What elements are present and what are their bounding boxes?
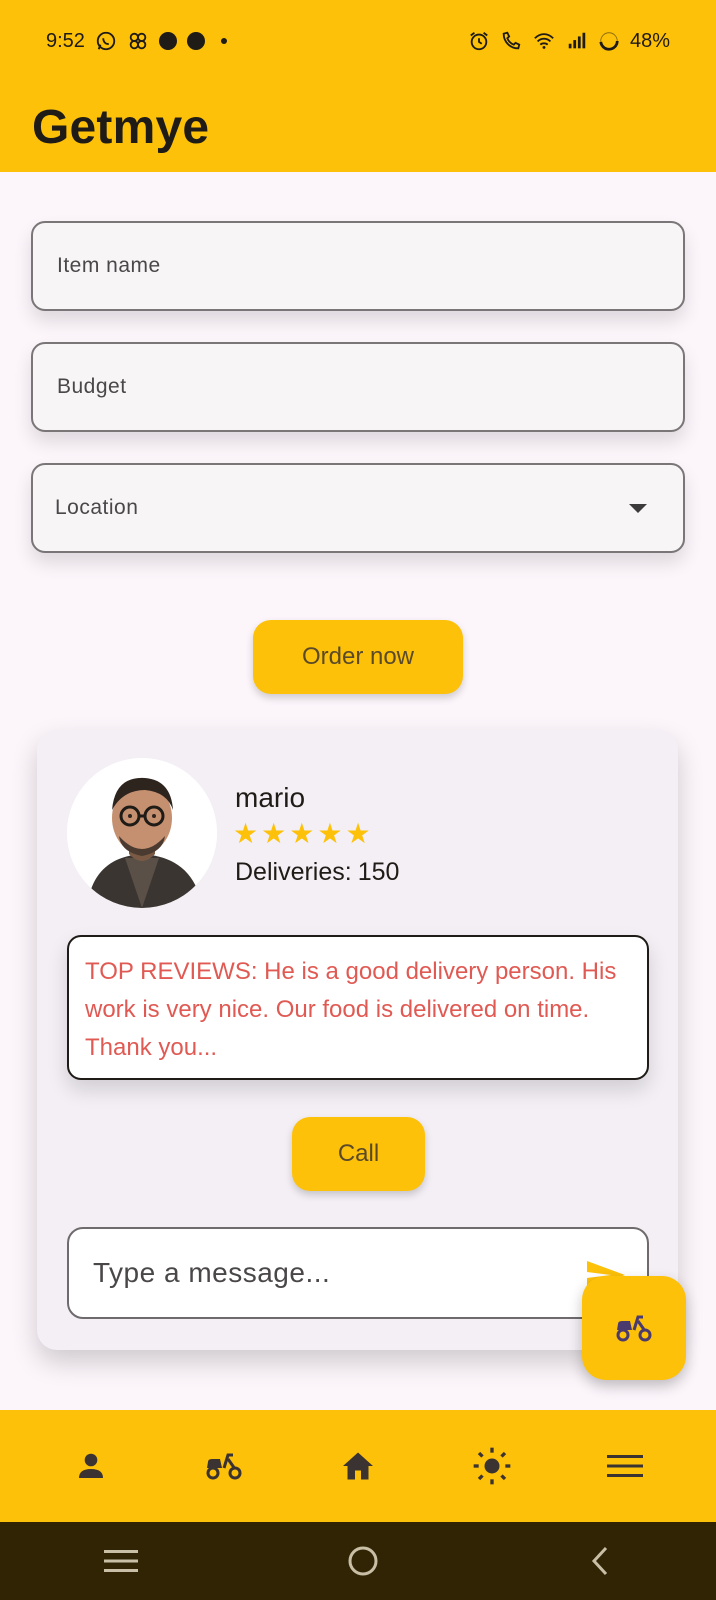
deliveries-count: Deliveries: 150 [235,858,399,887]
scooter-icon [616,1315,652,1342]
deliveries-value: 150 [357,858,400,886]
back-icon[interactable] [588,1544,612,1578]
recents-icon[interactable] [104,1547,138,1575]
star-icon: ★ [261,818,287,849]
chevron-down-icon [629,503,647,513]
signal-icon [568,32,586,49]
order-now-button[interactable]: Order now [253,620,463,694]
nav-menu[interactable] [589,1430,661,1502]
wifi-icon [534,33,554,49]
status-right: 48% [468,30,670,53]
whatsapp-icon [96,31,116,51]
bottom-navigation [0,1410,716,1522]
status-left: 9:52 [46,30,227,53]
nav-profile[interactable] [55,1430,127,1502]
pinwheel-icon [129,32,147,50]
system-navigation [0,1522,716,1600]
location-label: Location [55,496,139,519]
star-icon: ★ [233,818,259,849]
message-input[interactable] [91,1256,625,1290]
battery-percent: 48% [629,29,670,52]
status-time: 9:52 [46,29,85,52]
app-title: Getmye [32,100,210,154]
scooter-icon [206,1453,242,1480]
nav-delivery[interactable] [188,1430,260,1502]
message-field[interactable] [67,1227,649,1319]
menu-icon [607,1455,644,1477]
star-icon: ★ [345,818,371,849]
location-dropdown[interactable]: Location [31,463,685,553]
alarm-icon [470,32,488,51]
wifi-calling-icon [502,31,521,50]
rating-stars: ★ ★ ★ ★ ★ [233,820,371,848]
star-icon: ★ [289,818,315,849]
item-name-field[interactable] [31,221,685,311]
notification-dot-icon [158,32,177,50]
battery-icon [599,31,619,51]
home-circle-icon[interactable] [346,1544,380,1578]
call-button[interactable]: Call [292,1117,425,1191]
more-dot-icon [220,38,227,44]
app-bar: Getmye [0,82,716,172]
nav-theme[interactable] [456,1430,528,1502]
notification-dot-icon [186,32,205,50]
star-icon: ★ [317,818,343,849]
scooter-fab[interactable] [582,1276,686,1380]
status-bar: 9:52 48% [0,0,716,82]
nav-home[interactable] [322,1430,394,1502]
deliveries-label: Deliveries: [235,858,352,886]
home-icon [342,1452,373,1480]
sun-icon [473,1447,510,1485]
avatar-image [67,758,217,908]
courier-card: mario ★ ★ ★ ★ ★ Deliveries: 150 TOP REVIE… [37,730,678,1350]
person-icon [78,1453,103,1478]
courier-name: mario [235,782,306,813]
budget-input[interactable] [55,374,661,400]
top-reviews: TOP REVIEWS: He is a good delivery perso… [67,935,649,1080]
avatar [67,758,217,908]
budget-field[interactable] [31,342,685,432]
item-name-input[interactable] [55,253,661,279]
